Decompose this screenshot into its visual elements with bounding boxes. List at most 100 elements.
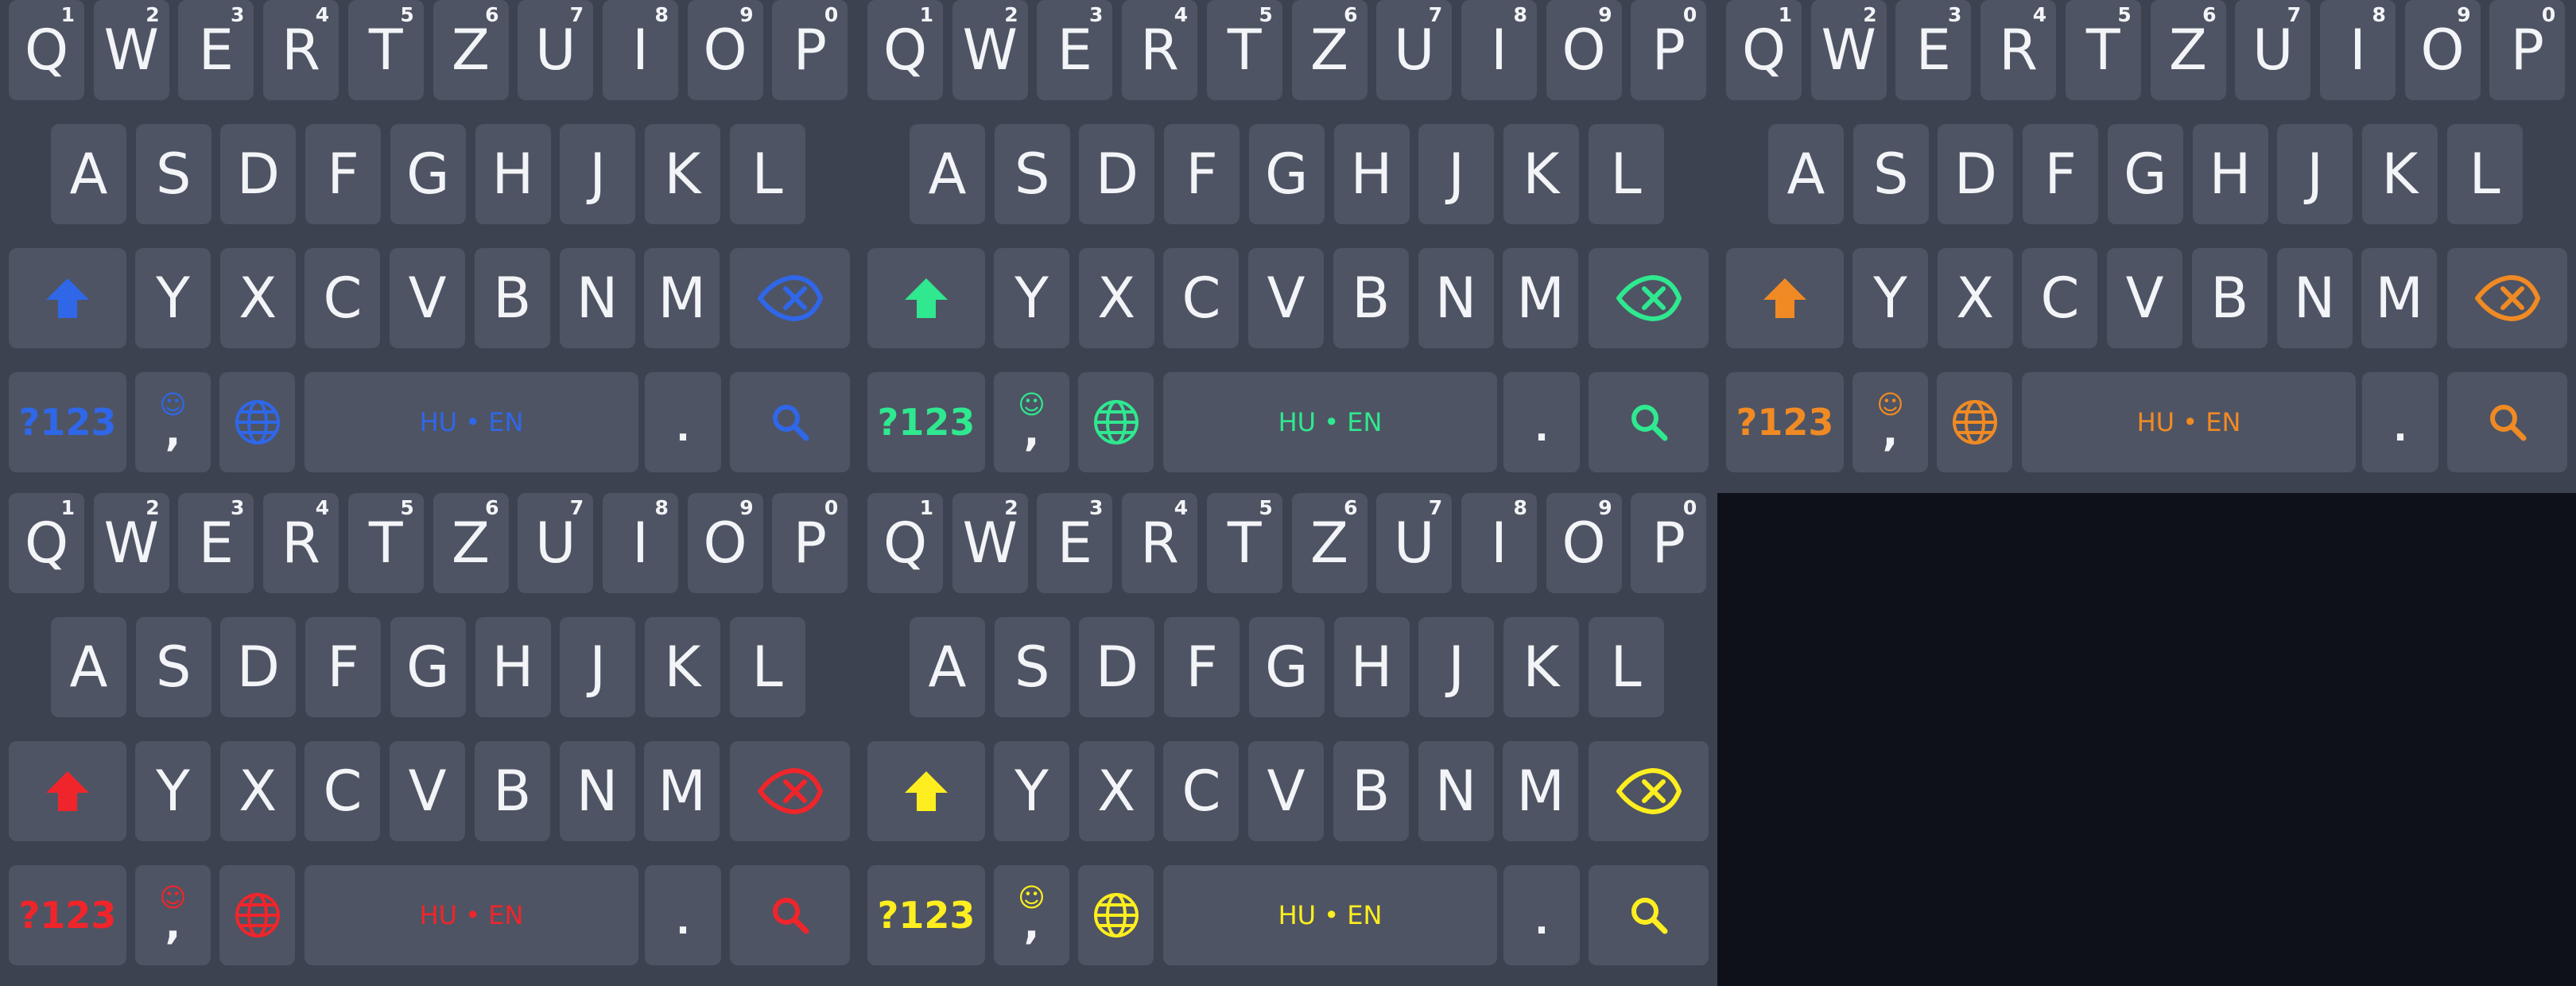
space-bar[interactable]: HU • EN [1163, 372, 1497, 472]
key-d[interactable]: D [1079, 617, 1155, 717]
key-v[interactable]: V [1248, 741, 1325, 841]
key-h[interactable]: H [2192, 124, 2268, 224]
key-c[interactable]: C [305, 741, 381, 841]
key-q[interactable]: Q1 [1726, 0, 1802, 100]
key-e[interactable]: E3 [178, 493, 254, 593]
key-u[interactable]: U7 [518, 0, 594, 100]
key-x[interactable]: X [219, 248, 296, 348]
key-w[interactable]: W2 [952, 493, 1028, 593]
key-v[interactable]: V [390, 248, 466, 348]
key-u[interactable]: U7 [1376, 0, 1453, 100]
key-y[interactable]: Y [994, 248, 1069, 348]
key-s[interactable]: S [135, 124, 211, 224]
space-bar[interactable]: HU • EN [305, 372, 638, 472]
key-c[interactable]: C [305, 248, 381, 348]
key-m[interactable]: M [644, 248, 720, 348]
key-e[interactable]: E3 [1037, 493, 1113, 593]
key-q[interactable]: Q1 [9, 0, 84, 100]
key-h[interactable]: H [475, 617, 551, 717]
key-v[interactable]: V [1248, 248, 1325, 348]
key-l[interactable]: L [729, 617, 805, 717]
key-c[interactable]: C [2022, 248, 2098, 348]
key-a[interactable]: A [910, 617, 985, 717]
period-key[interactable]: . [1503, 865, 1580, 965]
key-p[interactable]: P0 [772, 0, 848, 100]
key-q[interactable]: Q1 [867, 493, 943, 593]
emoji-comma-key[interactable]: ☺, [135, 372, 211, 472]
key-j[interactable]: J [560, 617, 636, 717]
language-switch-key[interactable] [1937, 372, 2012, 472]
key-c[interactable]: C [1163, 741, 1240, 841]
period-key[interactable]: . [645, 865, 721, 965]
key-m[interactable]: M [1503, 248, 1579, 348]
key-p[interactable]: P0 [772, 493, 848, 593]
key-b[interactable]: B [474, 248, 550, 348]
key-n[interactable]: N [1418, 248, 1494, 348]
key-g[interactable]: G [1248, 124, 1325, 224]
key-u[interactable]: U7 [1376, 493, 1453, 593]
period-key[interactable]: . [2362, 372, 2438, 472]
key-g[interactable]: G [2107, 124, 2183, 224]
key-w[interactable]: W2 [93, 0, 169, 100]
key-u[interactable]: U7 [2235, 0, 2311, 100]
key-b[interactable]: B [474, 741, 550, 841]
key-d[interactable]: D [1079, 124, 1155, 224]
backspace-key[interactable] [2447, 248, 2567, 348]
symbols-key[interactable]: ?123 [867, 372, 985, 472]
key-z[interactable]: Z6 [1291, 493, 1368, 593]
key-y[interactable]: Y [1852, 248, 1928, 348]
symbols-key[interactable]: ?123 [9, 372, 126, 472]
key-j[interactable]: J [2277, 124, 2353, 224]
language-switch-key[interactable] [1078, 372, 1154, 472]
key-g[interactable]: G [1248, 617, 1325, 717]
key-f[interactable]: F [2023, 124, 2099, 224]
key-c[interactable]: C [1163, 248, 1240, 348]
backspace-key[interactable] [1589, 741, 1709, 841]
key-o[interactable]: O9 [1546, 493, 1622, 593]
key-t[interactable]: T5 [1206, 493, 1282, 593]
symbols-key[interactable]: ?123 [867, 865, 985, 965]
key-b[interactable]: B [1333, 741, 1409, 841]
key-y[interactable]: Y [135, 248, 211, 348]
key-z[interactable]: Z6 [433, 0, 509, 100]
key-t[interactable]: T5 [347, 0, 424, 100]
key-q[interactable]: Q1 [867, 0, 943, 100]
key-e[interactable]: E3 [178, 0, 254, 100]
symbols-key[interactable]: ?123 [1726, 372, 1844, 472]
shift-key[interactable] [867, 741, 985, 841]
key-e[interactable]: E3 [1895, 0, 1972, 100]
key-t[interactable]: T5 [347, 493, 424, 593]
key-n[interactable]: N [559, 741, 635, 841]
key-o[interactable]: O9 [2404, 0, 2481, 100]
key-l[interactable]: L [729, 124, 805, 224]
key-b[interactable]: B [2191, 248, 2268, 348]
key-l[interactable]: L [1588, 617, 1664, 717]
key-n[interactable]: N [2276, 248, 2353, 348]
key-j[interactable]: J [1418, 617, 1495, 717]
key-m[interactable]: M [1503, 741, 1579, 841]
key-p[interactable]: P0 [2489, 0, 2566, 100]
key-i[interactable]: I8 [602, 0, 678, 100]
key-y[interactable]: Y [135, 741, 211, 841]
key-h[interactable]: H [475, 124, 551, 224]
key-r[interactable]: R4 [263, 493, 339, 593]
key-r[interactable]: R4 [1980, 0, 2057, 100]
key-f[interactable]: F [305, 124, 382, 224]
shift-key[interactable] [9, 741, 126, 841]
key-j[interactable]: J [1418, 124, 1495, 224]
key-g[interactable]: G [390, 617, 466, 717]
emoji-comma-key[interactable]: ☺, [1852, 372, 1928, 472]
key-f[interactable]: F [305, 617, 382, 717]
key-k[interactable]: K [644, 124, 720, 224]
space-bar[interactable]: HU • EN [1163, 865, 1497, 965]
key-x[interactable]: X [1937, 248, 2013, 348]
key-s[interactable]: S [994, 617, 1070, 717]
language-switch-key[interactable] [219, 865, 295, 965]
key-o[interactable]: O9 [687, 493, 763, 593]
key-d[interactable]: D [1938, 124, 2014, 224]
key-k[interactable]: K [1503, 617, 1579, 717]
key-x[interactable]: X [1078, 741, 1154, 841]
key-g[interactable]: G [390, 124, 466, 224]
key-a[interactable]: A [1768, 124, 1844, 224]
key-h[interactable]: H [1333, 124, 1410, 224]
